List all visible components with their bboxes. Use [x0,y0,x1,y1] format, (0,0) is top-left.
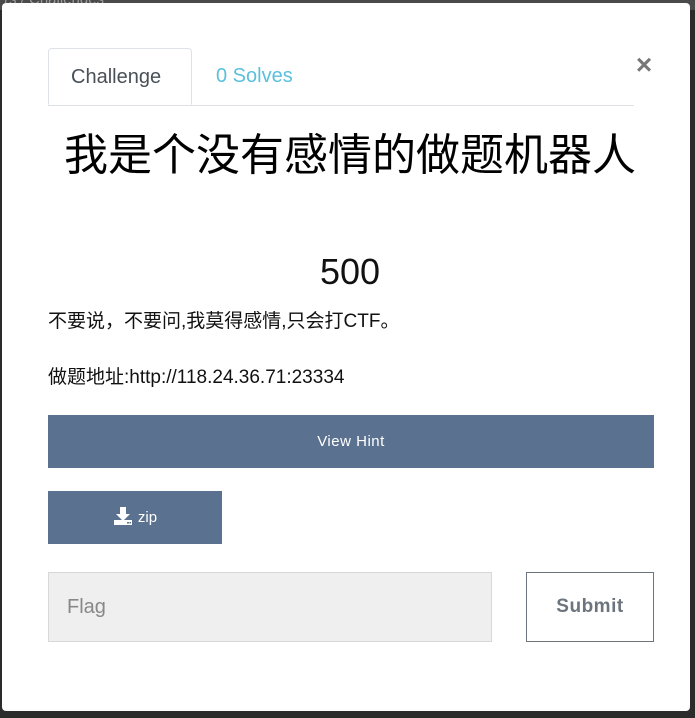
challenge-title: 我是个没有感情的做题机器人 [64,130,636,181]
view-hint-button[interactable]: View Hint [48,415,654,468]
submit-button[interactable]: Submit [526,572,654,642]
modal-tabs: Challenge 0 Solves [48,48,634,106]
challenge-description: 不要说，不要问,我莫得感情,只会打CTF。 [48,311,400,332]
challenge-points: 500 [319,251,381,292]
challenge-address: 做题地址:http://118.24.36.71:23334 [48,367,345,388]
tab-challenge[interactable]: Challenge [48,48,192,105]
tab-solves[interactable]: 0 Solves [194,48,315,105]
file-label: zip [137,509,158,526]
flag-input[interactable] [48,572,492,642]
download-file-button[interactable]: zip [48,491,222,544]
close-button[interactable]: × [631,50,657,80]
download-icon [113,507,132,526]
challenge-modal: Challenge 0 Solves × 我是个没有感情的做题机器人 500 不… [2,3,690,711]
